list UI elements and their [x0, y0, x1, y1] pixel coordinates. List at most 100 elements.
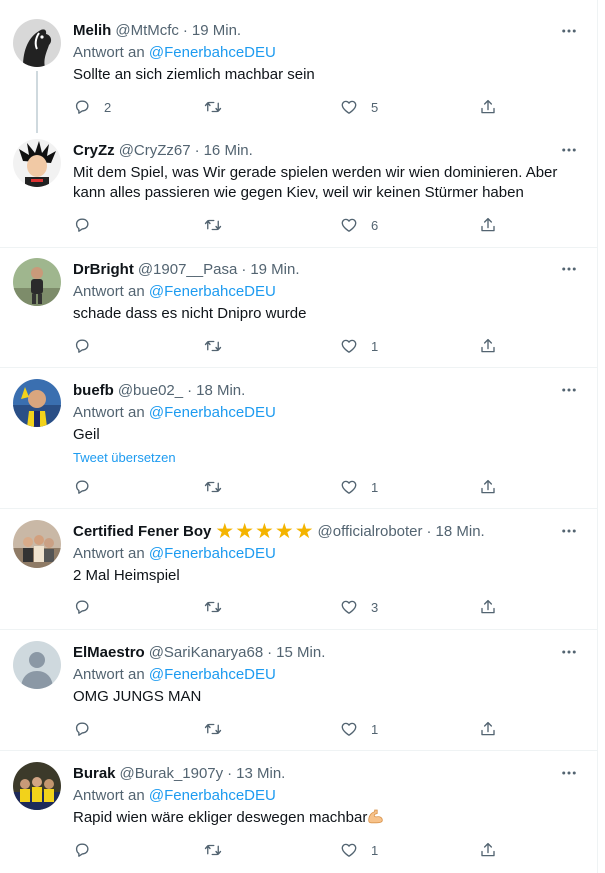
more-options-button[interactable] — [560, 21, 578, 41]
reply-icon — [73, 841, 91, 859]
retweet-button[interactable] — [204, 840, 235, 860]
user-handle[interactable]: @MtMcfc — [115, 21, 179, 41]
more-options-button[interactable] — [560, 380, 578, 400]
more-icon — [560, 764, 578, 782]
reply-button[interactable] — [73, 719, 104, 739]
display-name[interactable]: Burak — [73, 764, 116, 784]
share-icon — [479, 337, 497, 355]
more-options-button[interactable] — [560, 521, 578, 541]
like-count: 3 — [371, 599, 379, 615]
avatar-certified-fener-boy[interactable] — [13, 520, 61, 568]
reply-to-link[interactable]: @FenerbahceDEU — [149, 666, 276, 683]
display-name[interactable]: ElMaestro — [73, 643, 145, 663]
avatar-cryzz[interactable] — [13, 139, 61, 187]
separator-dot: · — [241, 261, 247, 278]
share-button[interactable] — [479, 840, 497, 860]
timestamp[interactable]: 13 Min. — [236, 764, 285, 784]
reply-to-link[interactable]: @FenerbahceDEU — [149, 787, 276, 804]
reply-to-link[interactable]: @FenerbahceDEU — [149, 44, 276, 61]
translate-tweet-link[interactable]: Tweet übersetzen — [73, 450, 586, 466]
reply-button[interactable] — [73, 597, 104, 617]
reply-context: Antwort an @FenerbahceDEU — [73, 43, 586, 63]
reply-button[interactable] — [73, 477, 104, 497]
share-icon — [479, 216, 497, 234]
star-icon: ★ — [255, 520, 274, 543]
share-icon — [479, 720, 497, 738]
like-button[interactable]: 1 — [340, 336, 378, 356]
retweet-button[interactable] — [204, 597, 235, 617]
reply-button[interactable]: 2 — [73, 97, 111, 117]
tweet[interactable]: Burak @Burak_1907y · 13 Min. Antwort an … — [0, 751, 598, 873]
reply-prefix: Antwort an — [73, 404, 145, 421]
share-button[interactable] — [479, 477, 497, 497]
tweet[interactable]: ElMaestro @SariKanarya68 · 15 Min. Antwo… — [0, 630, 598, 751]
share-button[interactable] — [479, 597, 497, 617]
retweet-button[interactable] — [204, 336, 235, 356]
like-icon — [340, 337, 358, 355]
retweet-button[interactable] — [204, 477, 235, 497]
user-handle[interactable]: @Burak_1907y — [120, 764, 224, 784]
tweet-text-content: Rapid wien wäre ekliger deswegen machbar — [73, 809, 368, 826]
like-button[interactable]: 5 — [340, 97, 378, 117]
share-button[interactable] — [479, 97, 497, 117]
retweet-button[interactable] — [204, 97, 235, 117]
avatar-buefb[interactable] — [13, 379, 61, 427]
share-button[interactable] — [479, 215, 497, 235]
share-button[interactable] — [479, 336, 497, 356]
reply-to-link[interactable]: @FenerbahceDEU — [149, 404, 276, 421]
reply-icon — [73, 478, 91, 496]
timestamp[interactable]: 18 Min. — [436, 522, 485, 542]
tweet[interactable]: DrBright @1907__Pasa · 19 Min. Antwort a… — [0, 248, 598, 368]
timestamp[interactable]: 19 Min. — [250, 260, 299, 280]
tweet[interactable]: buefb @bue02_ · 18 Min. Antwort an @Fene… — [0, 368, 598, 509]
display-name[interactable]: CryZz — [73, 141, 115, 161]
star-icon: ★ — [294, 520, 314, 543]
reply-prefix: Antwort an — [73, 787, 145, 804]
more-options-button[interactable] — [560, 259, 578, 279]
avatar-melih[interactable] — [13, 19, 61, 67]
reply-button[interactable] — [73, 336, 104, 356]
retweet-icon — [204, 337, 222, 355]
like-count: 1 — [371, 721, 379, 737]
more-options-button[interactable] — [560, 642, 578, 662]
tweet[interactable]: Certified Fener Boy ★ ★ ★ ★ ★ @officialr… — [0, 509, 598, 630]
reply-to-link[interactable]: @FenerbahceDEU — [149, 283, 276, 300]
more-options-button[interactable] — [560, 140, 578, 160]
avatar-drbright[interactable] — [13, 258, 61, 306]
like-button[interactable]: 1 — [340, 477, 378, 497]
display-name[interactable]: Melih — [73, 21, 111, 41]
retweet-icon — [204, 841, 222, 859]
like-button[interactable]: 1 — [340, 840, 378, 860]
reply-button[interactable] — [73, 840, 104, 860]
reply-context: Antwort an @FenerbahceDEU — [73, 786, 586, 806]
retweet-button[interactable] — [204, 215, 235, 235]
share-button[interactable] — [479, 719, 497, 739]
tweet[interactable]: Melih @MtMcfc · 19 Min. Antwort an @Fene… — [0, 0, 598, 133]
like-button[interactable]: 1 — [340, 719, 378, 739]
tweet[interactable]: CryZz @CryZz67 · 16 Min. Mit dem Spiel, … — [0, 124, 598, 248]
timestamp[interactable]: 18 Min. — [196, 381, 245, 401]
user-handle[interactable]: @bue02_ — [118, 381, 183, 401]
like-icon — [340, 841, 358, 859]
avatar-elmaestro[interactable] — [13, 641, 61, 689]
display-name[interactable]: Certified Fener Boy — [73, 522, 211, 542]
timestamp[interactable]: 16 Min. — [204, 141, 253, 161]
user-handle[interactable]: @1907__Pasa — [138, 260, 237, 280]
retweet-button[interactable] — [204, 719, 235, 739]
more-options-button[interactable] — [560, 763, 578, 783]
display-name[interactable]: buefb — [73, 381, 114, 401]
reply-to-link[interactable]: @FenerbahceDEU — [149, 545, 276, 562]
like-button[interactable]: 6 — [340, 215, 378, 235]
reply-count: 2 — [104, 99, 112, 115]
user-handle[interactable]: @officialroboter — [318, 522, 423, 542]
timestamp[interactable]: 19 Min. — [192, 21, 241, 41]
reply-prefix: Antwort an — [73, 545, 145, 562]
user-handle[interactable]: @SariKanarya68 — [149, 643, 263, 663]
display-name[interactable]: DrBright — [73, 260, 134, 280]
avatar-burak[interactable] — [13, 762, 61, 810]
timestamp[interactable]: 15 Min. — [276, 643, 325, 663]
user-handle[interactable]: @CryZz67 — [119, 141, 191, 161]
star-icon: ★ — [274, 520, 294, 543]
like-button[interactable]: 3 — [340, 597, 378, 617]
reply-button[interactable] — [73, 215, 104, 235]
